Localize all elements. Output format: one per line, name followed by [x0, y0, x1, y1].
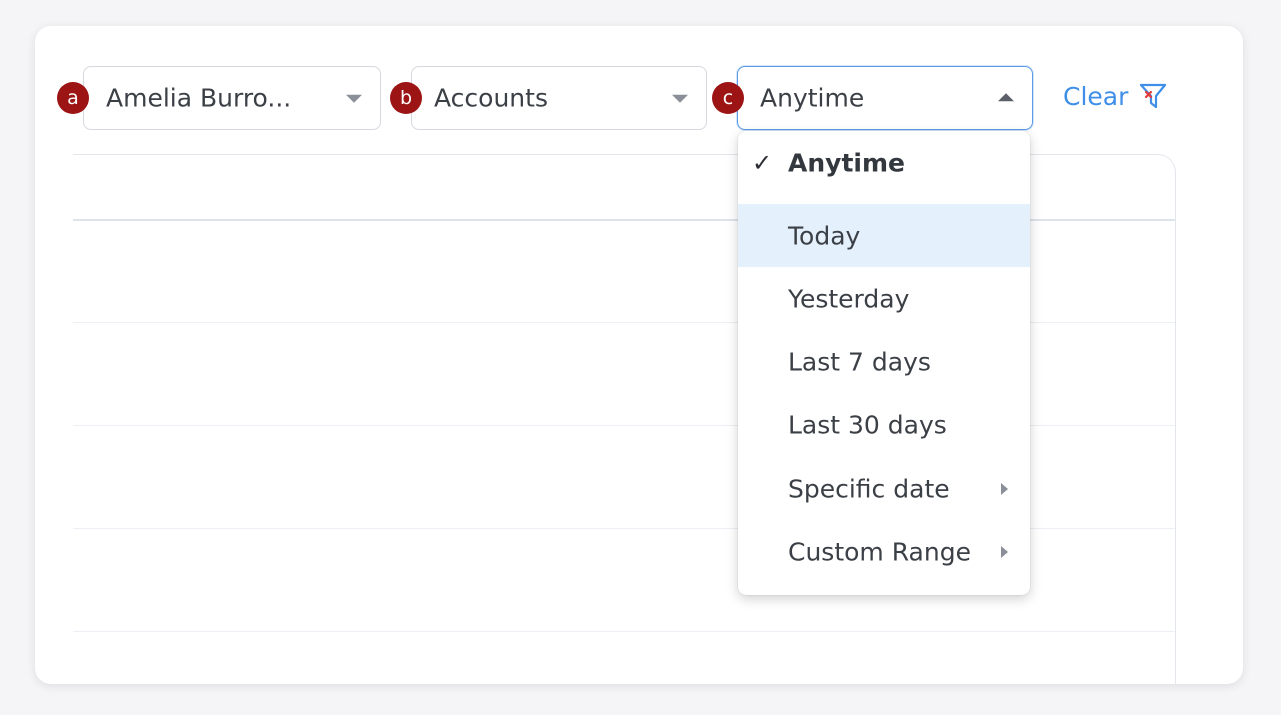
clear-filters-button[interactable]: Clear — [1063, 81, 1168, 111]
clear-filters-label: Clear — [1063, 81, 1129, 111]
menu-item-specific-date[interactable]: Specific date — [738, 457, 1030, 520]
menu-item-label: Last 7 days — [788, 347, 931, 376]
checkmark-icon: ✓ — [752, 148, 773, 177]
time-filter-menu: ✓ Anytime Today Yesterday Last 7 days La… — [738, 131, 1030, 595]
module-filter-value: Accounts — [434, 83, 548, 113]
menu-item-label: Anytime — [788, 148, 905, 177]
chevron-down-icon — [672, 94, 688, 103]
menu-item-label: Yesterday — [788, 284, 910, 313]
time-filter-dropdown[interactable]: Anytime — [737, 66, 1033, 130]
menu-item-last-30-days[interactable]: Last 30 days — [738, 393, 1030, 456]
menu-item-last-7-days[interactable]: Last 7 days — [738, 330, 1030, 393]
chevron-down-icon — [346, 94, 362, 103]
annotation-badge-c: c — [712, 82, 744, 114]
owner-filter-dropdown[interactable]: Amelia Burro... — [83, 66, 381, 130]
chevron-right-icon — [1001, 482, 1008, 495]
menu-item-anytime[interactable]: ✓ Anytime — [738, 131, 1030, 194]
filter-card: Amelia Burro... a Accounts b Anytime c C… — [35, 26, 1243, 684]
menu-item-custom-range[interactable]: Custom Range — [738, 520, 1030, 583]
owner-filter-value: Amelia Burro... — [106, 83, 292, 113]
menu-item-label: Today — [788, 221, 861, 250]
menu-item-yesterday[interactable]: Yesterday — [738, 267, 1030, 330]
time-filter-value: Anytime — [760, 83, 865, 113]
chevron-up-icon — [998, 93, 1014, 102]
menu-item-label: Last 30 days — [788, 410, 947, 439]
menu-item-label: Custom Range — [788, 537, 971, 566]
annotation-badge-a: a — [57, 82, 89, 114]
annotation-badge-b: b — [390, 82, 422, 114]
menu-item-label: Specific date — [788, 474, 950, 503]
filter-clear-icon — [1140, 83, 1167, 109]
menu-item-today[interactable]: Today — [738, 204, 1030, 267]
table-row-divider — [73, 631, 1175, 632]
chevron-right-icon — [1001, 545, 1008, 558]
module-filter-dropdown[interactable]: Accounts — [411, 66, 707, 130]
